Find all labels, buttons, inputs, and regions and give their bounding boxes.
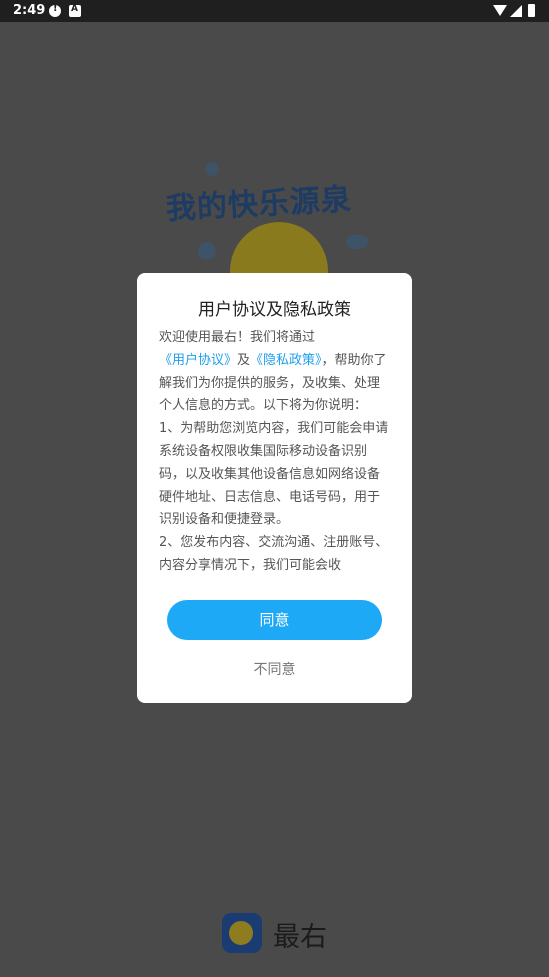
dialog-point-2: 2、您发布内容、交流沟通、注册账号、内容分享情况下，我们可能会收 bbox=[159, 535, 389, 573]
wifi-icon bbox=[493, 5, 507, 16]
dialog-body[interactable]: 欢迎使用最右！我们将通过《用户协议》及《隐私政策》，帮助你了解我们为你提供的服务… bbox=[159, 327, 391, 573]
eye-decoration-icon bbox=[198, 242, 216, 260]
and-text: 及 bbox=[237, 352, 251, 368]
cloud-decoration-icon bbox=[346, 235, 368, 249]
app-name: 最右 bbox=[273, 922, 327, 953]
battery-icon bbox=[528, 4, 535, 17]
dialog-point-1: 1、为帮助您浏览内容，我们可能会申请系统设备权限收集国际移动设备识别码，以及收集… bbox=[159, 421, 389, 528]
status-bar: 2:49 bbox=[0, 0, 549, 22]
agreement-dialog: 用户协议及隐私政策 欢迎使用最右！我们将通过《用户协议》及《隐私政策》，帮助你了… bbox=[137, 273, 412, 703]
privacy-policy-link[interactable]: 《隐私政策》 bbox=[250, 353, 322, 368]
a-icon bbox=[69, 4, 81, 17]
music-note-icon bbox=[206, 162, 218, 176]
signal-icon bbox=[510, 5, 522, 17]
dialog-intro: 欢迎使用最右！我们将通过《用户协议》及《隐私政策》，帮助你了解我们为你提供的服务… bbox=[159, 327, 391, 418]
disagree-button[interactable]: 不同意 bbox=[137, 659, 412, 679]
user-agreement-link[interactable]: 《用户协议》 bbox=[159, 353, 237, 368]
dialog-title: 用户协议及隐私政策 bbox=[198, 300, 351, 320]
status-time: 2:49 bbox=[13, 3, 46, 18]
intro-text: 欢迎使用最右！我们将通过 bbox=[159, 330, 316, 345]
agree-button[interactable]: 同意 bbox=[167, 600, 382, 640]
alert-icon bbox=[49, 3, 61, 17]
app-logo-icon bbox=[222, 913, 262, 953]
